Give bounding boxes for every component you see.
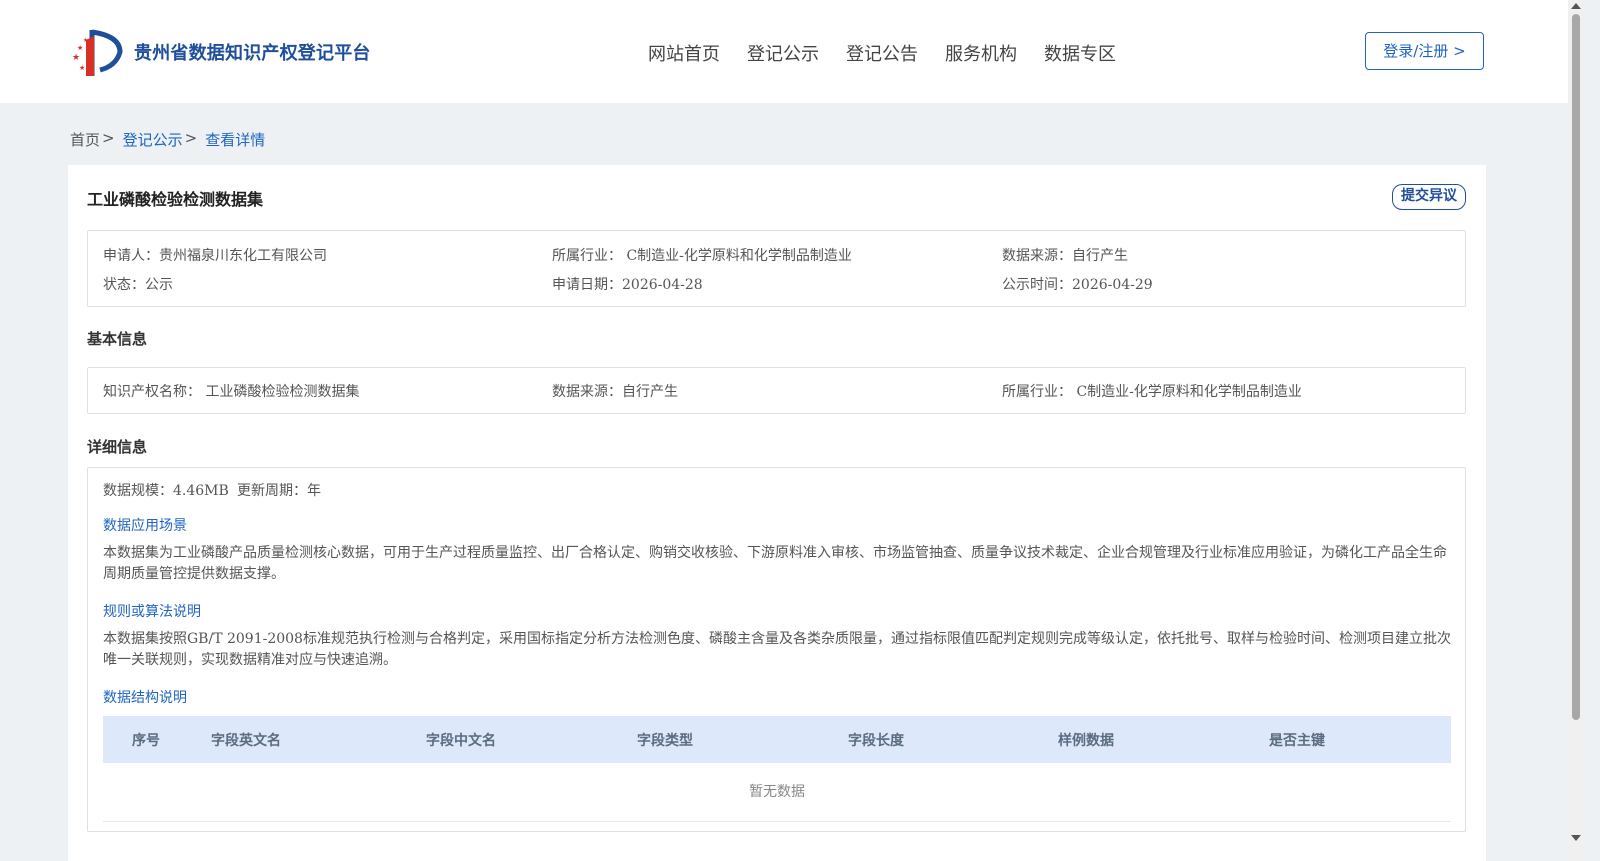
svg-text:★: ★: [83, 37, 88, 44]
breadcrumb: 首页 > 登记公示 > 查看详情: [70, 129, 265, 150]
main-nav: 网站首页 登记公示 登记公告 服务机构 数据专区: [648, 40, 1143, 66]
rules-text: 本数据集按照GB/T 2091-2008标准规范执行检测与合格判定，采用国标指定…: [103, 631, 1451, 668]
scroll-thumb[interactable]: [1572, 14, 1580, 720]
status-field: 状态：公示: [103, 277, 173, 293]
svg-text:★: ★: [72, 53, 80, 63]
rules-heading: 规则或算法说明: [103, 604, 201, 620]
nav-item-home[interactable]: 网站首页: [648, 40, 720, 66]
nav-item-data-zone[interactable]: 数据专区: [1044, 40, 1116, 66]
svg-text:★: ★: [79, 64, 85, 72]
scenario-heading: 数据应用场景: [103, 518, 187, 534]
page-scrollbar[interactable]: [1568, 0, 1584, 861]
site-header: ★ ★ ★ ★ 贵州省数据知识产权登记平台 网站首页 登记公示 登记公告 服务机…: [0, 0, 1568, 103]
scroll-up-icon[interactable]: [1571, 3, 1581, 9]
structure-heading: 数据结构说明: [103, 690, 187, 706]
ip-name-field: 知识产权名称： 工业磷酸检验检测数据集: [103, 384, 360, 400]
nav-item-registration-announcement[interactable]: 登记公告: [846, 40, 918, 66]
column-header-english-name: 字段英文名: [211, 733, 281, 749]
data-structure-table: 序号 字段英文名 字段中文名 字段类型 字段长度 样例数据 是否主键 暂无数据: [103, 716, 1451, 822]
detail-info-box: 数据规模：4.46MB 更新周期：年 数据应用场景 本数据集为工业磷酸产品质量检…: [87, 467, 1466, 832]
site-name: 贵州省数据知识产权登记平台: [134, 43, 371, 64]
data-scale-field: 数据规模：4.46MB: [103, 483, 229, 499]
summary-box: 申请人：贵州福泉川东化工有限公司 所属行业： C制造业-化学原料和化学制品制造业…: [87, 230, 1466, 307]
apply-date-field: 申请日期：2026-04-28: [552, 277, 703, 293]
basic-data-source-field: 数据来源：自行产生: [552, 384, 678, 400]
table-empty-state: 暂无数据: [103, 763, 1451, 822]
column-header-field-length: 字段长度: [848, 733, 904, 749]
column-header-chinese-name: 字段中文名: [426, 733, 496, 749]
login-register-button[interactable]: 登录/注册 >: [1365, 32, 1484, 70]
table-header: 序号 字段英文名 字段中文名 字段类型 字段长度 样例数据 是否主键: [103, 716, 1451, 763]
applicant-field: 申请人：贵州福泉川东化工有限公司: [103, 248, 327, 264]
scenario-text: 本数据集为工业磷酸产品质量检测核心数据，可用于生产过程质量监控、出厂合格认定、购…: [103, 545, 1447, 582]
column-header-sample-data: 样例数据: [1058, 733, 1114, 749]
breadcrumb-separator: >: [184, 129, 198, 147]
basic-info-heading: 基本信息: [87, 330, 148, 348]
svg-text:★: ★: [77, 44, 83, 52]
scroll-down-icon[interactable]: [1571, 835, 1581, 841]
site-logo[interactable]: ★ ★ ★ ★ 贵州省数据知识产权登记平台: [70, 26, 371, 78]
update-cycle-field: 更新周期：年: [237, 483, 321, 499]
detail-card: 工业磷酸检验检测数据集 提交异议 申请人：贵州福泉川东化工有限公司 所属行业： …: [68, 165, 1486, 861]
submit-objection-button[interactable]: 提交异议: [1392, 184, 1466, 210]
logo-emblem-icon: ★ ★ ★ ★: [72, 29, 123, 76]
nav-item-service-agencies[interactable]: 服务机构: [945, 40, 1017, 66]
page-title: 工业磷酸检验检测数据集: [87, 190, 264, 209]
column-header-primary-key: 是否主键: [1269, 733, 1325, 749]
breadcrumb-separator: >: [102, 129, 115, 147]
data-source-field: 数据来源：自行产生: [1002, 248, 1128, 264]
breadcrumb-current: 查看详情: [205, 131, 266, 149]
basic-info-box: 知识产权名称： 工业磷酸检验检测数据集 数据来源：自行产生 所属行业： C制造业…: [87, 367, 1466, 414]
breadcrumb-home[interactable]: 首页: [70, 129, 100, 150]
basic-industry-field: 所属行业： C制造业-化学原料和化学制品制造业: [1002, 384, 1302, 400]
breadcrumb-registration-publicity[interactable]: 登记公示: [123, 129, 183, 150]
publish-time-field: 公示时间：2026-04-29: [1002, 277, 1153, 293]
column-header-index: 序号: [132, 733, 160, 749]
industry-field: 所属行业： C制造业-化学原料和化学制品制造业: [552, 248, 852, 264]
column-header-field-type: 字段类型: [637, 733, 693, 749]
detail-info-heading: 详细信息: [87, 438, 148, 456]
nav-item-registration-publicity[interactable]: 登记公示: [747, 40, 819, 66]
